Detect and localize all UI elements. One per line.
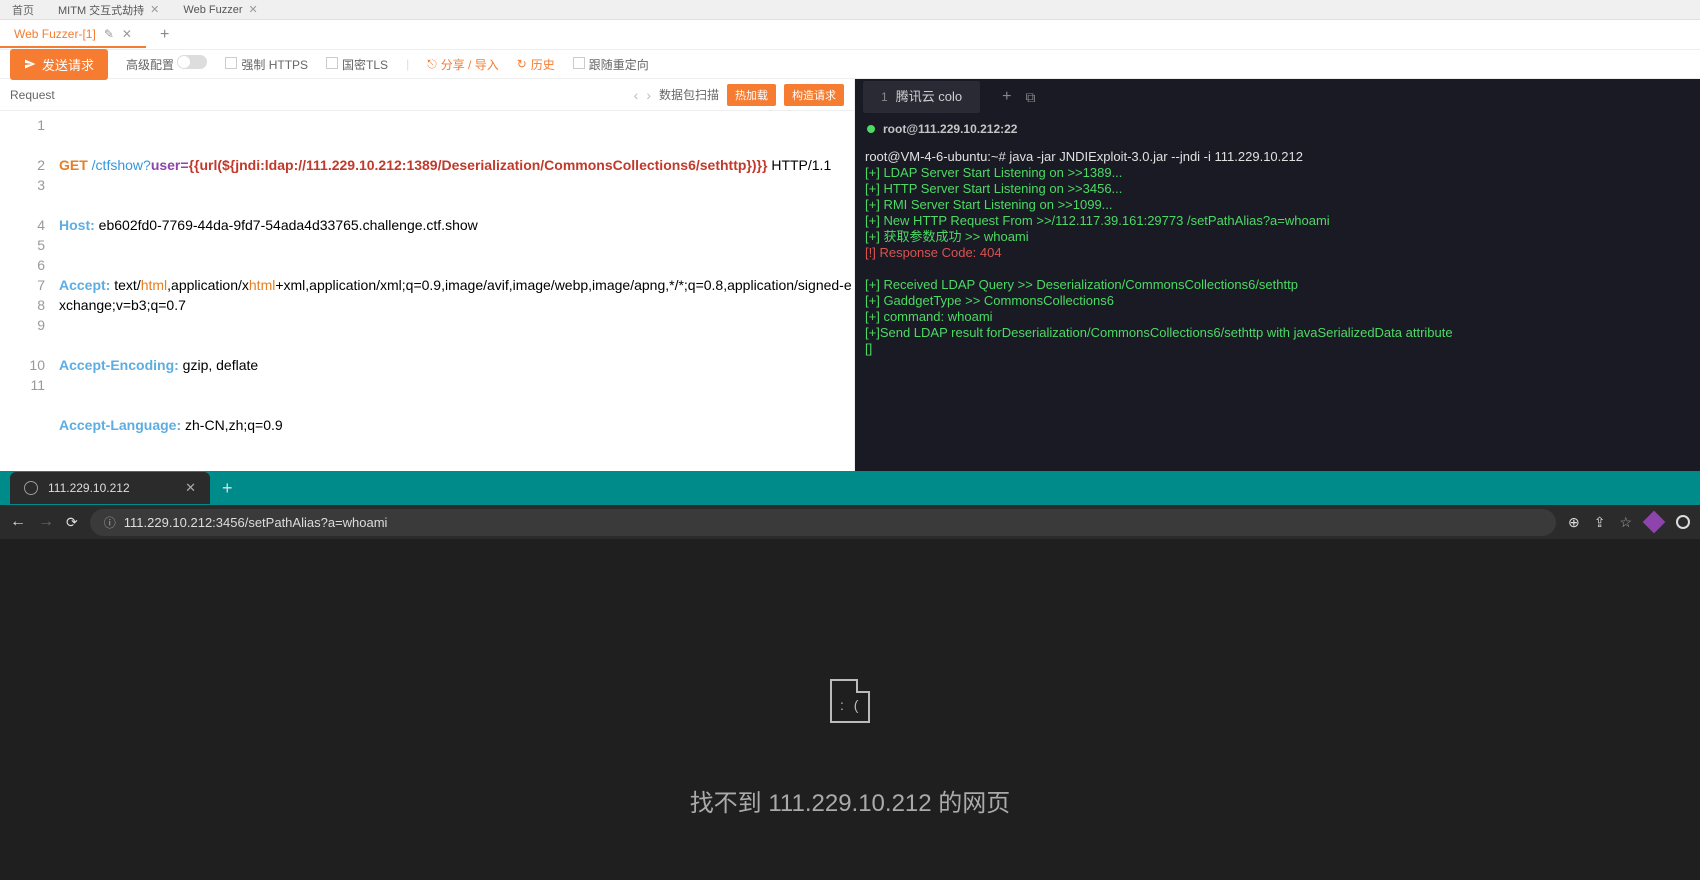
close-icon[interactable]: ✕ <box>185 480 196 496</box>
close-icon[interactable]: ✕ <box>150 3 159 16</box>
forward-icon[interactable]: → <box>38 513 54 531</box>
follow-redirect-checkbox[interactable]: 跟随重定向 <box>573 56 649 73</box>
request-pane: Request ‹ › 数据包扫描 热加载 构造请求 1234567891011… <box>0 79 855 471</box>
tab-mitm[interactable]: MITM 交互式劫持✕ <box>46 0 171 21</box>
edit-icon[interactable]: ✎ <box>104 27 114 41</box>
terminal-pane: 1 腾讯云 colo + ⧉ root@111.229.10.212:22 ro… <box>855 79 1700 471</box>
advanced-config-toggle[interactable]: 高级配置 <box>126 55 207 73</box>
terminal-output[interactable]: root@VM-4-6-ubuntu:~# java -jar JNDIExpl… <box>855 143 1700 363</box>
prev-icon[interactable]: ‹ <box>634 87 639 103</box>
globe-icon <box>24 481 38 495</box>
hot-load-button[interactable]: 热加载 <box>727 84 776 106</box>
build-request-button[interactable]: 构造请求 <box>784 84 844 106</box>
terminal-status: root@111.229.10.212:22 <box>855 115 1700 143</box>
status-dot-icon <box>867 125 875 133</box>
terminal-copy-icon[interactable]: ⧉ <box>1026 89 1036 105</box>
browser-window: 111.229.10.212 ✕ + ← → ⟳ ⓘ 111.229.10.21… <box>0 471 1700 880</box>
browser-tab[interactable]: 111.229.10.212 ✕ <box>10 472 210 504</box>
force-https-checkbox[interactable]: 强制 HTTPS <box>225 56 308 73</box>
site-info-icon[interactable]: ⓘ <box>104 514 116 531</box>
tab-webfuzzer[interactable]: Web Fuzzer✕ <box>171 0 269 19</box>
back-icon[interactable]: ← <box>10 513 26 531</box>
extension-icon[interactable] <box>1643 511 1666 534</box>
browser-content: : ( 找不到 111.229.10.212 的网页 <box>0 539 1700 880</box>
fuzzer-toolbar: 发送请求 高级配置 强制 HTTPS 国密TLS | ⎋ 分享 / 导入 ↻ 历… <box>0 50 1700 79</box>
browser-add-tab[interactable]: + <box>210 478 245 499</box>
line-gutter: 1234567891011 <box>0 111 55 471</box>
close-icon[interactable]: ✕ <box>122 27 132 41</box>
top-tab-bar: 首页 MITM 交互式劫持✕ Web Fuzzer✕ <box>0 0 1700 20</box>
history-button[interactable]: ↻ 历史 <box>517 56 555 73</box>
tab-home[interactable]: 首页 <box>0 0 46 21</box>
send-request-button[interactable]: 发送请求 <box>10 49 108 80</box>
profile-icon[interactable] <box>1676 515 1690 529</box>
zoom-icon[interactable]: ⊕ <box>1568 514 1580 531</box>
terminal-tab-1[interactable]: 1 腾讯云 colo <box>863 81 980 113</box>
reload-icon[interactable]: ⟳ <box>66 514 78 531</box>
bookmark-icon[interactable]: ☆ <box>1619 514 1632 531</box>
add-tab-button[interactable]: + <box>146 26 183 44</box>
error-message: 找不到 111.229.10.212 的网页 <box>690 783 1011 818</box>
terminal-add-tab[interactable]: + <box>1002 89 1011 105</box>
next-icon[interactable]: › <box>646 87 651 103</box>
request-editor[interactable]: 1234567891011 GET /ctfshow?user={{url(${… <box>0 111 854 471</box>
error-page-icon: : ( <box>830 679 870 723</box>
gm-tls-checkbox[interactable]: 国密TLS <box>326 56 388 73</box>
url-bar[interactable]: ⓘ 111.229.10.212:3456/setPathAlias?a=who… <box>90 509 1556 536</box>
request-label: Request <box>10 88 55 102</box>
share-icon[interactable]: ⇪ <box>1594 514 1606 531</box>
sub-tab-bar: Web Fuzzer-[1] ✎ ✕ + <box>0 20 1700 50</box>
sub-tab-webfuzzer-1[interactable]: Web Fuzzer-[1] ✎ ✕ <box>0 22 146 48</box>
send-icon <box>24 58 36 70</box>
packet-scan-button[interactable]: 数据包扫描 <box>659 86 719 103</box>
share-import-button[interactable]: ⎋ 分享 / 导入 <box>427 56 499 73</box>
close-icon[interactable]: ✕ <box>248 3 257 16</box>
